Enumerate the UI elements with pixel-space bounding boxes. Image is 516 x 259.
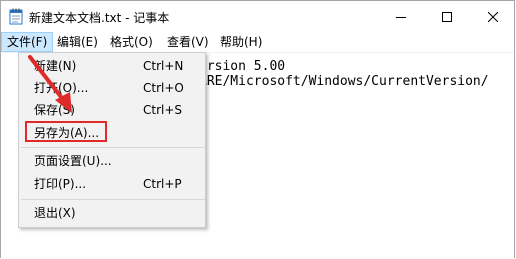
- editor-line: ARE/Microsoft/Windows/CurrentVersion/: [199, 74, 489, 89]
- menu-item-shortcut: Ctrl+O: [143, 81, 184, 95]
- menu-item-label: 页面设置(U)...: [34, 154, 112, 168]
- menu-help[interactable]: 帮助(H): [215, 32, 267, 52]
- title-bar[interactable]: 新建文本文档.txt - 记事本: [1, 1, 514, 32]
- menu-separator: [21, 199, 205, 200]
- menu-item-shortcut: Ctrl+S: [143, 103, 183, 117]
- menu-item-save[interactable]: 保存(S) Ctrl+S: [19, 99, 205, 121]
- menu-bar: 文件(F) 编辑(E) 格式(O) 查看(V) 帮助(H): [1, 32, 514, 53]
- menu-item-page-setup[interactable]: 页面设置(U)...: [19, 150, 205, 172]
- maximize-button[interactable]: [424, 1, 470, 32]
- close-icon: [488, 11, 498, 22]
- menu-separator: [21, 147, 205, 148]
- menu-format[interactable]: 格式(O): [105, 32, 158, 52]
- menu-item-shortcut: Ctrl+N: [143, 59, 184, 73]
- menu-file[interactable]: 文件(F): [1, 32, 54, 52]
- menu-item-open[interactable]: 打开(O)... Ctrl+O: [19, 77, 205, 99]
- menu-edit[interactable]: 编辑(E): [52, 32, 103, 52]
- menu-item-shortcut: Ctrl+P: [143, 177, 182, 191]
- menu-item-label: 保存(S): [34, 103, 75, 117]
- minimize-button[interactable]: [378, 1, 424, 32]
- menu-item-label: 新建(N): [34, 59, 77, 73]
- window-title: 新建文本文档.txt - 记事本: [29, 11, 170, 25]
- maximize-icon: [442, 11, 452, 22]
- menu-item-label: 打印(P)...: [34, 177, 87, 191]
- notepad-app-icon: [9, 8, 23, 25]
- menu-item-exit[interactable]: 退出(X): [19, 202, 205, 224]
- minimize-icon: [396, 16, 406, 18]
- menu-view[interactable]: 查看(V): [162, 32, 214, 52]
- menu-item-print[interactable]: 打印(P)... Ctrl+P: [19, 173, 205, 195]
- menu-item-new[interactable]: 新建(N) Ctrl+N: [19, 55, 205, 77]
- save-as-highlight-box: [25, 121, 107, 142]
- menu-item-label: 退出(X): [34, 206, 76, 220]
- close-button[interactable]: [470, 1, 516, 32]
- menu-item-label: 打开(O)...: [34, 81, 89, 95]
